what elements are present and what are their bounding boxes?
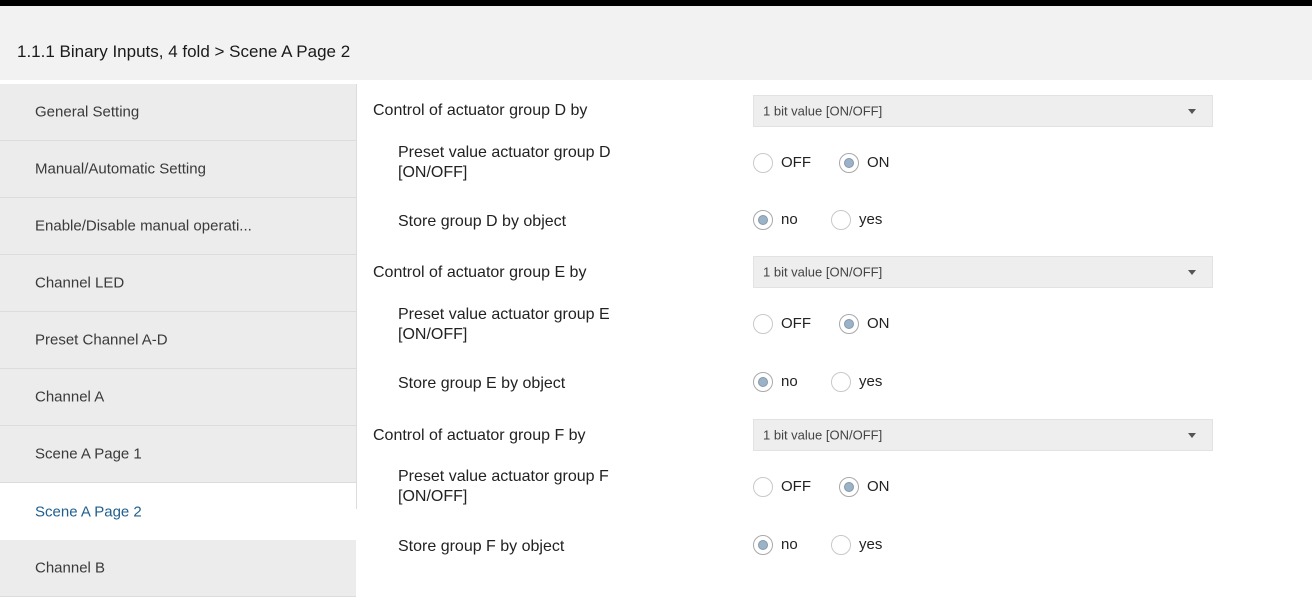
sidebar-item-label: Channel A xyxy=(35,388,105,406)
sidebar-item-manual-automatic-setting[interactable]: Manual/Automatic Setting xyxy=(0,141,356,198)
store-group-d-label: Store group D by object xyxy=(398,213,567,230)
select-value: 1 bit value [ON/OFF] xyxy=(763,103,883,119)
radio-circle-icon xyxy=(753,153,773,173)
store-group-e-label: Store group E by object xyxy=(398,375,566,392)
sidebar-item-channel-a[interactable]: Channel A xyxy=(0,369,356,426)
sidebar-item-label: Manual/Automatic Setting xyxy=(35,160,206,178)
radio-label: OFF xyxy=(781,154,811,171)
control-group-d-select[interactable]: 1 bit value [ON/OFF] xyxy=(753,95,1213,127)
radio-label: no xyxy=(781,373,798,390)
radio-circle-icon xyxy=(839,314,859,334)
preset-label-line1: Preset value actuator group F xyxy=(398,468,609,485)
sidebar-nav: General Setting Manual/Automatic Setting… xyxy=(0,84,356,610)
sidebar-item-label: Scene A Page 2 xyxy=(35,503,142,520)
preset-label-line2: [ON/OFF] xyxy=(398,164,468,181)
chevron-down-icon xyxy=(1188,109,1196,114)
radio-label: no xyxy=(781,211,798,228)
title-bar: 1.1.1 Binary Inputs, 4 fold > Scene A Pa… xyxy=(0,6,1312,80)
radio-label: OFF xyxy=(781,478,811,495)
sidebar-item-channel-led[interactable]: Channel LED xyxy=(0,255,356,312)
radio-label: ON xyxy=(867,154,890,171)
sidebar-item-channel-b[interactable]: Channel B xyxy=(0,540,356,597)
preset-label-line2: [ON/OFF] xyxy=(398,488,468,505)
chevron-down-icon xyxy=(1188,433,1196,438)
page-title: 1.1.1 Binary Inputs, 4 fold > Scene A Pa… xyxy=(17,42,351,61)
radio-label: yes xyxy=(859,211,883,228)
sidebar-item-preset-channel-a-d[interactable]: Preset Channel A-D xyxy=(0,312,356,369)
radio-circle-icon xyxy=(753,535,773,555)
control-group-e-label: Control of actuator group E by xyxy=(373,264,587,281)
radio-label: OFF xyxy=(781,315,811,332)
preset-group-f-label: Preset value actuator group F [ON/OFF] xyxy=(398,467,609,507)
radio-circle-icon xyxy=(831,535,851,555)
radio-label: ON xyxy=(867,478,890,495)
sidebar-item-scene-a-page-1[interactable]: Scene A Page 1 xyxy=(0,426,356,483)
radio-circle-icon xyxy=(831,372,851,392)
control-group-f-select[interactable]: 1 bit value [ON/OFF] xyxy=(753,419,1213,451)
sidebar-item-label: Channel LED xyxy=(35,274,125,292)
radio-circle-icon xyxy=(753,372,773,392)
store-group-f-label: Store group F by object xyxy=(398,538,565,555)
sidebar-item-label: Enable/Disable manual operati... xyxy=(35,217,252,235)
select-value: 1 bit value [ON/OFF] xyxy=(763,427,883,443)
sidebar-item-label: Scene A Page 1 xyxy=(35,445,142,463)
sidebar-item-label: Preset Channel A-D xyxy=(35,331,168,349)
radio-circle-icon xyxy=(753,210,773,230)
radio-label: yes xyxy=(859,373,883,390)
radio-circle-icon xyxy=(839,477,859,497)
preset-label-line1: Preset value actuator group D xyxy=(398,144,611,161)
radio-circle-icon xyxy=(839,153,859,173)
sidebar-item-enable-disable-manual[interactable]: Enable/Disable manual operati... xyxy=(0,198,356,255)
preset-label-line2: [ON/OFF] xyxy=(398,326,468,343)
control-group-e-select[interactable]: 1 bit value [ON/OFF] xyxy=(753,256,1213,288)
control-group-f-label: Control of actuator group F by xyxy=(373,427,586,444)
radio-label: yes xyxy=(859,536,883,553)
sidebar-divider xyxy=(356,84,357,509)
radio-circle-icon xyxy=(753,314,773,334)
chevron-down-icon xyxy=(1188,270,1196,275)
sidebar-item-general-setting[interactable]: General Setting xyxy=(0,84,356,141)
preset-group-d-label: Preset value actuator group D [ON/OFF] xyxy=(398,143,611,183)
sidebar-item-label: Channel B xyxy=(35,559,106,577)
control-group-d-label: Control of actuator group D by xyxy=(373,102,588,119)
preset-group-e-label: Preset value actuator group E [ON/OFF] xyxy=(398,305,610,345)
sidebar-item-scene-a-page-2[interactable]: Scene A Page 2 xyxy=(0,483,356,540)
radio-label: ON xyxy=(867,315,890,332)
sidebar-item-label: General Setting xyxy=(35,103,140,121)
preset-label-line1: Preset value actuator group E xyxy=(398,306,610,323)
select-value: 1 bit value [ON/OFF] xyxy=(763,264,883,280)
radio-label: no xyxy=(781,536,798,553)
radio-circle-icon xyxy=(831,210,851,230)
radio-circle-icon xyxy=(753,477,773,497)
